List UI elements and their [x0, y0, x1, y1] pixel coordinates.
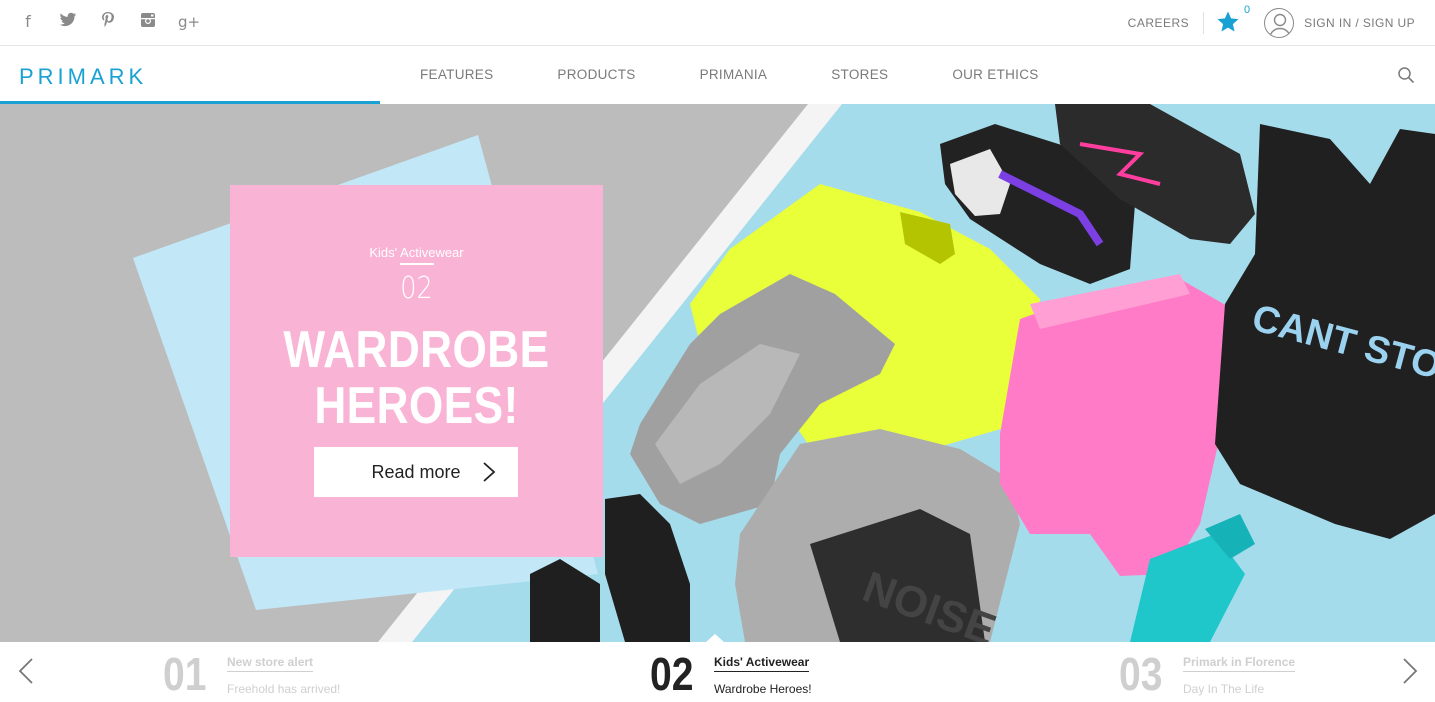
read-more-button[interactable]: Read more — [314, 447, 518, 497]
active-slide-pointer — [706, 634, 724, 642]
slide-subtitle: Wardrobe Heroes! — [714, 682, 812, 696]
pinterest-icon[interactable] — [98, 12, 118, 32]
promo-title-line-1: WARDROBE — [283, 321, 550, 379]
slide-carousel: 01 New store alert Freehold has arrived!… — [0, 634, 1435, 702]
promo-category: Kids' Activewear — [369, 245, 464, 260]
chevron-right-icon — [483, 462, 496, 482]
chevron-left-icon[interactable] — [18, 658, 34, 684]
top-bar: f g+ CAREERS 0 SIGN IN / SIGN UP — [0, 0, 1435, 46]
slide-number: 01 — [163, 648, 207, 700]
slide-subtitle: Freehold has arrived! — [227, 682, 341, 696]
star-icon — [1217, 11, 1239, 32]
promo-title: WARDROBE HEROES! — [258, 322, 575, 434]
divider — [1203, 12, 1205, 34]
promo-category-underline — [399, 263, 434, 265]
nav-item-stores[interactable]: STORES — [831, 67, 888, 82]
wishlist-button[interactable]: 0 — [1216, 4, 1250, 36]
twitter-icon[interactable] — [58, 12, 78, 32]
promo-card: Kids' Activewear 02 WARDROBE HEROES! Rea… — [230, 185, 603, 557]
facebook-icon[interactable]: f — [18, 12, 38, 32]
nav-item-primania[interactable]: PRIMANIA — [700, 67, 768, 82]
google-plus-icon[interactable]: g+ — [178, 12, 200, 32]
slide-subtitle: Day In The Life — [1183, 682, 1265, 696]
read-more-label: Read more — [371, 461, 461, 482]
slide-category: Primark in Florence — [1183, 655, 1296, 672]
nav-item-features[interactable]: FEATURES — [420, 67, 493, 82]
wishlist-count: 0 — [1244, 4, 1251, 16]
nav-item-products[interactable]: PRODUCTS — [557, 67, 635, 82]
carousel-slide-1[interactable]: 01 New store alert Freehold has arrived! — [163, 650, 340, 698]
slide-number: 03 — [1119, 648, 1163, 700]
nav-links: FEATURES PRODUCTS PRIMANIA STORES OUR ET… — [388, 67, 1071, 82]
carousel-slide-3[interactable]: 03 Primark in Florence Day In The Life — [1119, 648, 1296, 700]
slide-category: Kids' Activewear — [714, 655, 810, 672]
hero-image: NOISE CANT STOP ME — [0, 104, 1435, 642]
carousel-slide-2[interactable]: 02 Kids' Activewear Wardrobe Heroes! — [650, 650, 812, 698]
slide-category: New store alert — [227, 655, 314, 672]
search-icon[interactable] — [1397, 66, 1415, 84]
promo-number: 02 — [400, 271, 433, 306]
hero-banner: NOISE CANT STOP ME Kids' Activewear 02 W… — [0, 104, 1435, 642]
sign-in-link[interactable]: SIGN IN / SIGN UP — [1304, 16, 1415, 30]
main-nav: PRIMARK FEATURES PRODUCTS PRIMANIA STORE… — [0, 47, 1435, 103]
primark-logo[interactable]: PRIMARK — [19, 64, 147, 90]
slide-number: 02 — [650, 648, 694, 700]
account-area: CAREERS 0 SIGN IN / SIGN UP — [1128, 4, 1415, 38]
promo-title-line-2: HEROES! — [314, 377, 519, 435]
user-icon[interactable] — [1264, 8, 1295, 38]
nav-item-our-ethics[interactable]: OUR ETHICS — [952, 67, 1038, 82]
instagram-icon[interactable] — [138, 12, 158, 32]
chevron-right-icon[interactable] — [1402, 658, 1418, 684]
social-links: f g+ — [18, 12, 200, 32]
careers-link[interactable]: CAREERS — [1128, 16, 1190, 30]
